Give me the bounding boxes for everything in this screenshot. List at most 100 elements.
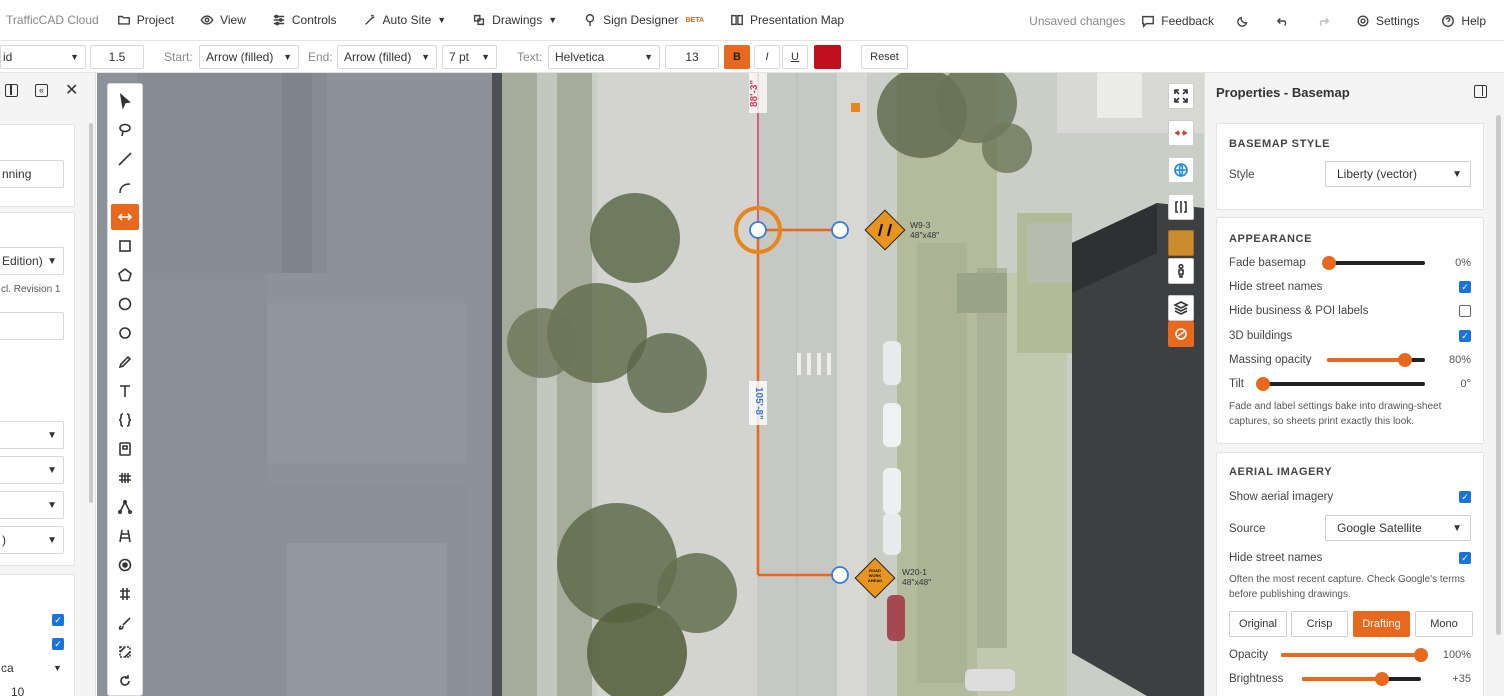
left-scrollbar[interactable] — [89, 123, 93, 503]
hide-business-checkbox[interactable] — [1459, 305, 1471, 317]
sign-layer-button[interactable] — [1168, 321, 1194, 347]
select-tool[interactable] — [111, 88, 139, 114]
help-button[interactable]: Help — [1441, 14, 1486, 28]
node-tool[interactable] — [111, 494, 139, 520]
text-tool[interactable] — [111, 378, 139, 404]
buildings-checkbox[interactable]: ✓ — [1459, 330, 1471, 342]
fade-slider-knob[interactable] — [1322, 256, 1336, 270]
menu-presentation-map[interactable]: Presentation Map — [730, 13, 844, 27]
fullscreen-button[interactable] — [1168, 83, 1194, 109]
panel-layout-icon[interactable] — [5, 84, 18, 97]
compass-button[interactable] — [1168, 120, 1194, 146]
dimension-tool[interactable] — [111, 204, 139, 230]
close-icon[interactable]: ✕ — [65, 80, 78, 100]
line-style-select[interactable]: id ▼ — [0, 45, 86, 69]
style-select[interactable]: Liberty (vector) ▼ — [1325, 161, 1471, 187]
pointer-icon — [119, 93, 131, 109]
brightness-slider[interactable] — [1302, 672, 1421, 686]
ellipse-tool[interactable] — [111, 320, 139, 346]
compare-button[interactable] — [1168, 194, 1194, 220]
barricade-tool[interactable] — [111, 523, 139, 549]
menu-project[interactable]: Project — [117, 13, 174, 27]
rotate-tool[interactable] — [111, 668, 139, 694]
variable-tool[interactable] — [111, 407, 139, 433]
menu-sign-designer[interactable]: Sign Designer BETA — [583, 13, 704, 27]
bold-button[interactable]: B — [724, 45, 750, 69]
opacity-slider-knob[interactable] — [1414, 648, 1428, 662]
text-field[interactable] — [0, 312, 64, 340]
sign-w20-1-size: 48"x48" — [902, 577, 932, 587]
font-size-input[interactable]: 13 — [665, 45, 719, 69]
brush-tool[interactable] — [111, 610, 139, 636]
menu-controls[interactable]: Controls — [272, 13, 337, 27]
tilt-slider-knob[interactable] — [1256, 377, 1270, 391]
arc-tool[interactable] — [111, 175, 139, 201]
feedback-button[interactable]: Feedback — [1141, 14, 1214, 28]
settings-button[interactable]: Settings — [1356, 14, 1419, 28]
lasso-tool[interactable] — [111, 117, 139, 143]
nodes-icon — [117, 499, 133, 515]
circle-tool[interactable] — [111, 291, 139, 317]
edition-select[interactable]: Edition) ▼ — [0, 247, 64, 275]
pegman-button[interactable] — [1168, 258, 1194, 284]
revision-note: cl. Revision 1 — [1, 284, 61, 295]
chevron-down-icon[interactable]: ▼ — [53, 663, 62, 673]
fade-slider[interactable] — [1322, 256, 1425, 270]
dropdown-1[interactable]: ▼ — [0, 421, 64, 449]
polygon-tool[interactable] — [111, 262, 139, 288]
menu-auto-site[interactable]: Auto Site ▼ — [363, 13, 446, 27]
pencil-tool[interactable] — [111, 349, 139, 375]
tilt-slider[interactable] — [1256, 377, 1425, 391]
map-canvas[interactable]: 88'-3" 105'-8" W9-3 48"x48" W20-1 48"x48… — [97, 73, 1204, 696]
options-card: ✓ ✓ ca ▼ 10 — [0, 574, 75, 696]
source-select[interactable]: Google Satellite ▼ — [1325, 515, 1471, 541]
arrow-size-select[interactable]: 7 pt ▼ — [442, 45, 497, 69]
layers-button[interactable] — [1168, 295, 1194, 321]
massing-slider-knob[interactable] — [1398, 353, 1413, 367]
line-tool[interactable] — [111, 146, 139, 172]
appearance-section: APPEARANCE Fade basemap 0% Hide street n… — [1216, 217, 1484, 444]
checkbox-2[interactable]: ✓ — [52, 638, 64, 650]
font-family-select[interactable]: Helvetica ▼ — [548, 45, 660, 69]
sign-tool[interactable] — [111, 436, 139, 462]
brightness-slider-knob[interactable] — [1375, 672, 1390, 686]
aerial-hide-street-label: Hide street names — [1229, 552, 1323, 564]
italic-button[interactable]: I — [754, 45, 780, 69]
reset-button[interactable]: Reset — [861, 45, 908, 69]
line-width-input[interactable]: 1.5 — [90, 45, 144, 69]
mode-crisp-button[interactable]: Crisp — [1291, 611, 1348, 637]
basemap-thumbnail[interactable] — [1168, 230, 1194, 256]
end-arrow-select[interactable]: Arrow (filled) ▼ — [337, 45, 437, 69]
show-aerial-checkbox[interactable]: ✓ — [1459, 491, 1471, 503]
collapse-panel-icon[interactable]: « — [35, 84, 48, 97]
hatch-tool[interactable] — [111, 639, 139, 665]
name-field[interactable]: nning — [0, 160, 64, 188]
theme-toggle[interactable] — [1236, 14, 1250, 28]
aerial-note: Often the most recent capture. Check Goo… — [1229, 574, 1465, 600]
collapse-right-panel-icon[interactable] — [1474, 85, 1487, 98]
target-tool[interactable] — [111, 552, 139, 578]
massing-slider[interactable] — [1327, 353, 1425, 367]
menu-view[interactable]: View — [200, 13, 246, 27]
dropdown-3[interactable]: ▼ — [0, 491, 64, 519]
mode-mono-button[interactable]: Mono — [1415, 611, 1473, 637]
menu-drawings[interactable]: Drawings ▼ — [472, 13, 557, 27]
start-arrow-select[interactable]: Arrow (filled) ▼ — [199, 45, 299, 69]
dropdown-2[interactable]: ▼ — [0, 456, 64, 484]
crosswalk-tool[interactable] — [111, 465, 139, 491]
aerial-hide-street-checkbox[interactable]: ✓ — [1459, 552, 1471, 564]
text-color-swatch[interactable] — [814, 45, 841, 69]
mode-drafting-button[interactable]: Drafting — [1353, 611, 1410, 637]
undo-button[interactable] — [1276, 14, 1290, 28]
underline-button[interactable]: U — [782, 45, 808, 69]
grid-tool[interactable] — [111, 581, 139, 607]
rectangle-tool[interactable] — [111, 233, 139, 259]
dropdown-4[interactable]: ) ▼ — [0, 526, 64, 554]
checkbox-1[interactable]: ✓ — [52, 614, 64, 626]
opacity-slider[interactable] — [1281, 648, 1428, 662]
properties-scrollbar[interactable] — [1496, 115, 1501, 635]
redo-button[interactable] — [1316, 14, 1330, 28]
hide-street-checkbox[interactable]: ✓ — [1459, 281, 1471, 293]
globe-button[interactable] — [1168, 157, 1194, 183]
mode-original-button[interactable]: Original — [1229, 611, 1287, 637]
